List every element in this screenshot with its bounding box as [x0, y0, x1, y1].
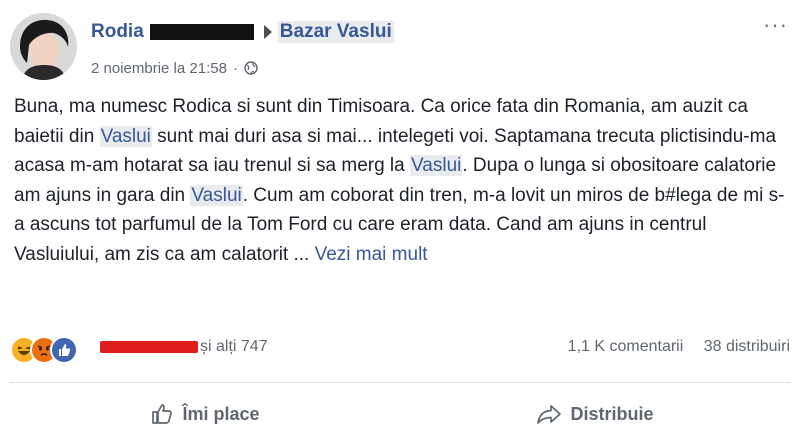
facebook-post: Rodia Bazar Vaslui 2 noiembrie la 21:58 …	[0, 0, 800, 446]
reaction-count-text[interactable]: și alți 747	[200, 338, 268, 356]
post-body: Buna, ma numesc Rodica si sunt din Timis…	[14, 92, 790, 270]
author-avatar[interactable]	[10, 13, 77, 80]
redaction-bar	[149, 24, 254, 40]
meta-separator: ·	[232, 59, 238, 77]
post-header: Rodia Bazar Vaslui	[91, 19, 394, 45]
group-link[interactable]: Bazar Vaslui	[277, 21, 394, 43]
like-icon	[50, 336, 78, 364]
actions-divider	[10, 382, 790, 383]
globe-icon	[244, 61, 258, 75]
avatar-photo	[10, 13, 77, 80]
share-label: Distribuie	[570, 403, 654, 424]
thumbs-up-icon	[152, 404, 173, 424]
post-timestamp[interactable]: 2 noiembrie la 21:58	[91, 60, 227, 77]
redacted-names	[100, 341, 198, 353]
vaslui-hashtag-link[interactable]: Vaslui	[99, 125, 152, 147]
share-button[interactable]: Distribuie	[400, 392, 790, 436]
vaslui-hashtag-link[interactable]: Vaslui	[410, 155, 463, 177]
like-button[interactable]: Îmi place	[10, 392, 400, 436]
post-actions: Îmi place Distribuie	[10, 392, 790, 436]
triangle-right-icon	[263, 25, 272, 39]
shares-count[interactable]: 38 distribuiri	[704, 338, 790, 355]
see-more-link[interactable]: Vezi mai mult	[315, 244, 428, 265]
like-label: Îmi place	[182, 403, 260, 424]
reaction-icons[interactable]	[10, 336, 92, 364]
post-meta: 2 noiembrie la 21:58 ·	[91, 58, 258, 78]
comments-count[interactable]: 1,1 K comentarii	[568, 338, 684, 355]
more-options-icon[interactable]: ···	[763, 14, 788, 36]
author-name[interactable]: Rodia	[91, 21, 144, 43]
vaslui-hashtag-link[interactable]: Vaslui	[190, 184, 243, 206]
post-stats: 1,1 K comentarii 38 distribuiri	[568, 338, 790, 356]
share-arrow-icon	[537, 405, 562, 424]
reactions-row: și alți 747 1,1 K comentarii 38 distribu…	[10, 334, 790, 364]
